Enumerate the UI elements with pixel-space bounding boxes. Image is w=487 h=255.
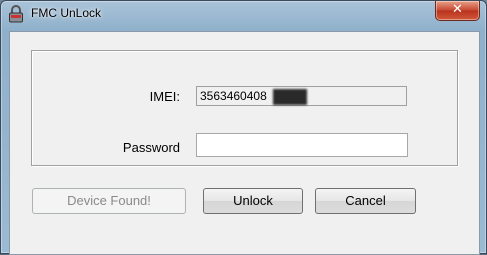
imei-label: IMEI: [149,89,180,104]
title-bar[interactable]: FMC UnLock ✕ [1,1,486,29]
password-field[interactable] [196,133,408,157]
fmc-unlock-dialog: FMC UnLock ✕ IMEI: 3563460408 Password D… [0,0,487,255]
imei-redaction [273,89,307,105]
unlock-button[interactable]: Unlock [203,188,303,214]
credentials-group: IMEI: 3563460408 Password [31,50,458,166]
lock-icon [9,5,23,23]
cancel-button[interactable]: Cancel [315,188,416,214]
dialog-client-area: IMEI: 3563460408 Password Device Found! … [9,31,480,255]
device-found-button: Device Found! [32,188,186,214]
window-title: FMC UnLock [31,6,102,20]
imei-value: 3563460408 [200,89,267,103]
password-label: Password [122,140,180,155]
close-button[interactable]: ✕ [435,1,480,21]
close-icon: ✕ [452,2,463,17]
imei-field: 3563460408 [196,86,407,106]
